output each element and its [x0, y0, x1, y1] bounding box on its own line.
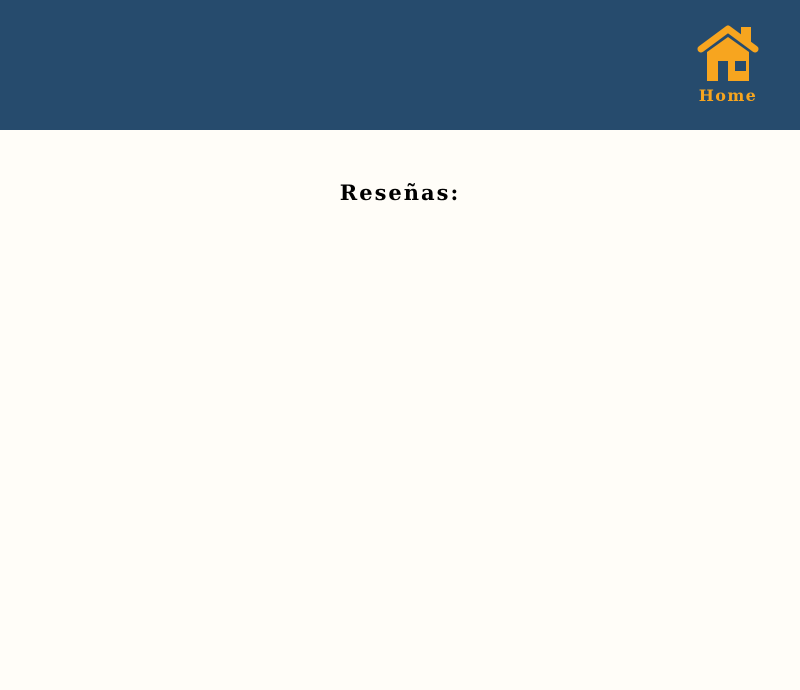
house-icon	[697, 25, 759, 81]
site-header: Home	[0, 0, 800, 130]
home-label: Home	[698, 86, 758, 105]
main-content: Reseñas:	[0, 130, 800, 690]
reviews-title: Reseñas:	[339, 180, 461, 205]
home-link[interactable]: Home	[693, 22, 763, 108]
